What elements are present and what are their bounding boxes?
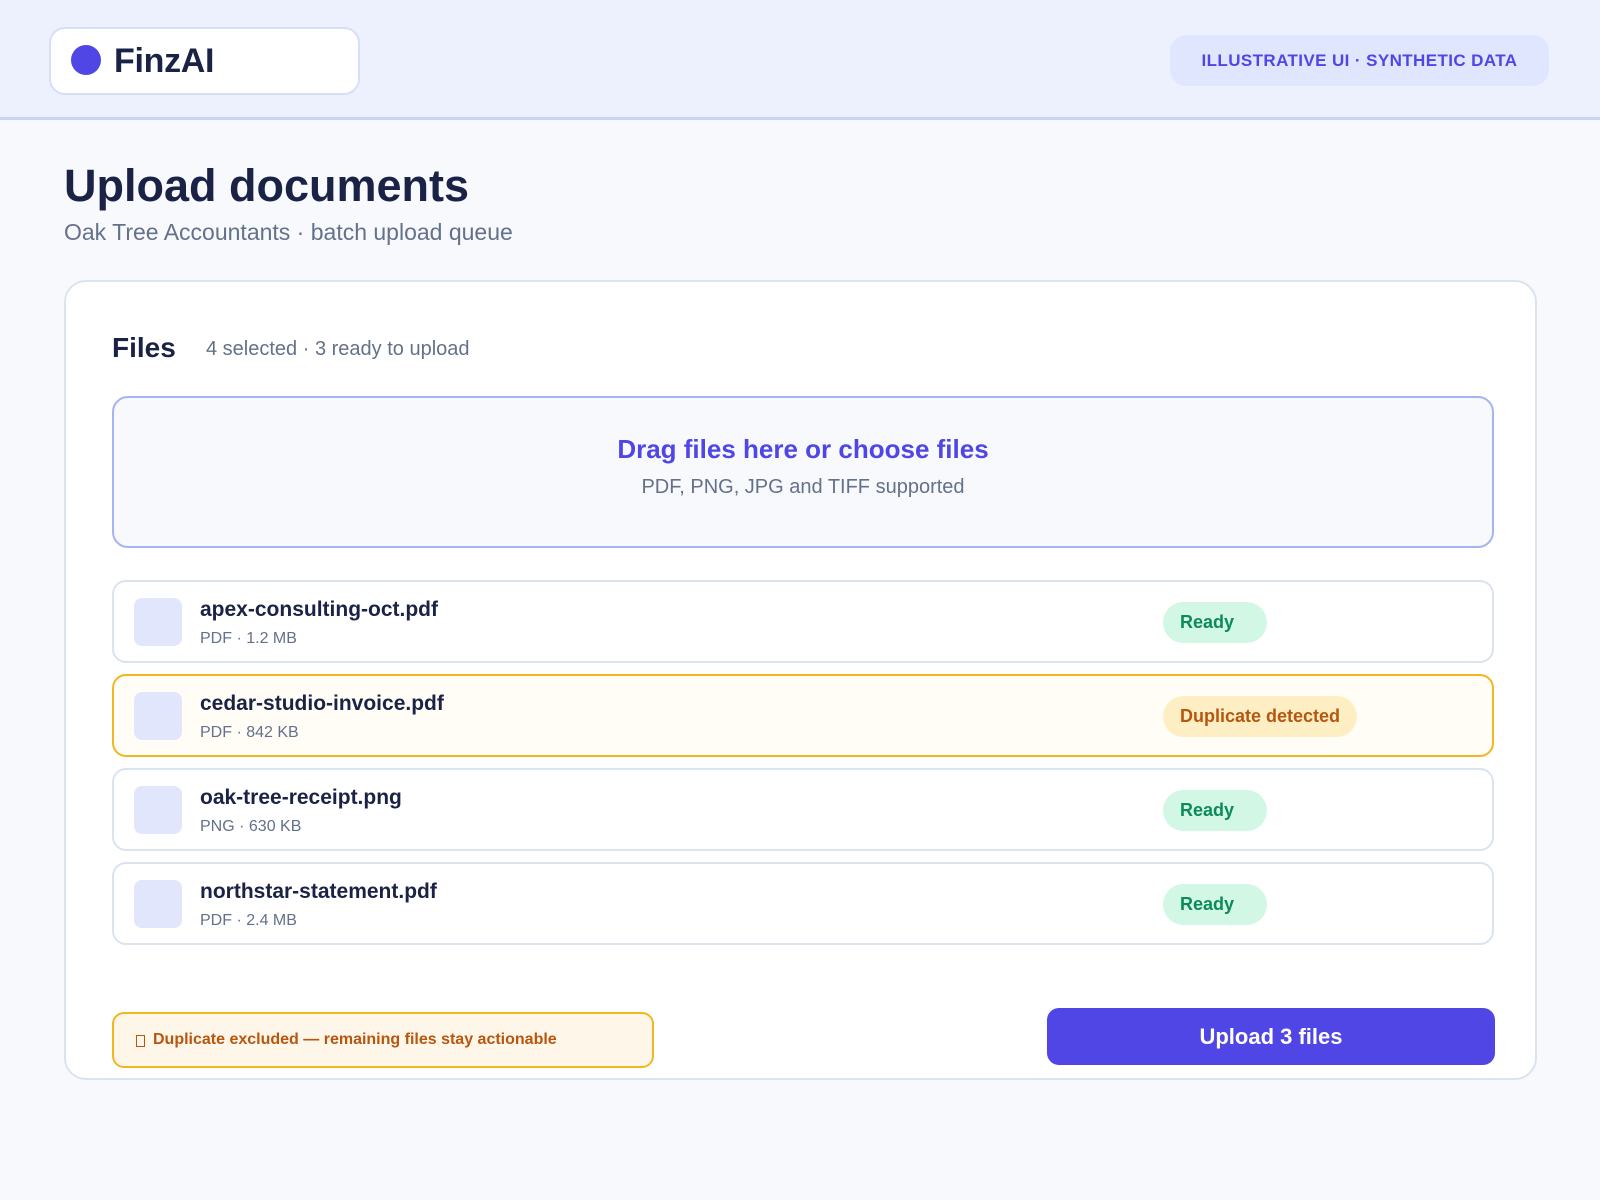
file-meta: PDF · 1.2 MB [200,630,297,647]
page-subtitle: Oak Tree Accountants · batch upload queu… [64,219,513,245]
top-bar: FinzAI ILLUSTRATIVE UI · SYNTHETIC DATA [0,0,1600,120]
brand-dot-icon [71,45,101,75]
file-meta: PDF · 842 KB [200,724,299,741]
file-meta: PDF · 2.4 MB [200,912,297,929]
file-row[interactable]: northstar-statement.pdf PDF · 2.4 MB Rea… [112,862,1494,945]
duplicate-excluded-notice: Duplicate excluded — remaining files sta… [112,1012,654,1068]
status-badge: Duplicate detected [1163,696,1358,737]
status-badge: Ready [1163,790,1267,831]
files-selection-summary: 4 selected · 3 ready to upload [206,338,470,360]
file-meta: PNG · 630 KB [200,818,302,835]
duplicate-notice-text: Duplicate excluded — remaining files sta… [153,1031,557,1048]
upload-files-button[interactable]: Upload 3 files [1047,1008,1495,1065]
warning-icon [136,1034,145,1047]
file-thumbnail-icon [134,598,182,646]
file-dropzone[interactable]: Drag files here or choose files PDF, PNG… [112,396,1494,548]
file-name: oak-tree-receipt.png [200,786,402,809]
files-title: Files [112,332,176,363]
file-thumbnail-icon [134,880,182,928]
illustrative-badge: ILLUSTRATIVE UI · SYNTHETIC DATA [1170,35,1549,86]
file-thumbnail-icon [134,786,182,834]
file-thumbnail-icon [134,692,182,740]
file-name: northstar-statement.pdf [200,880,437,903]
file-row[interactable]: apex-consulting-oct.pdf PDF · 1.2 MB Rea… [112,580,1494,663]
status-badge: Ready [1163,602,1267,643]
brand-logo[interactable]: FinzAI [49,27,360,95]
choose-files-link[interactable]: Drag files here or choose files [114,434,1492,465]
file-row-duplicate[interactable]: cedar-studio-invoice.pdf PDF · 842 KB Du… [112,674,1494,757]
brand-name: FinzAI [114,41,215,80]
file-row[interactable]: oak-tree-receipt.png PNG · 630 KB Ready [112,768,1494,851]
page-title: Upload documents [64,160,470,211]
status-badge: Ready [1163,884,1267,925]
file-name: cedar-studio-invoice.pdf [200,692,444,715]
file-name: apex-consulting-oct.pdf [200,598,438,621]
supported-formats-text: PDF, PNG, JPG and TIFF supported [641,476,965,498]
files-card: Files 4 selected · 3 ready to upload Dra… [64,280,1537,1080]
